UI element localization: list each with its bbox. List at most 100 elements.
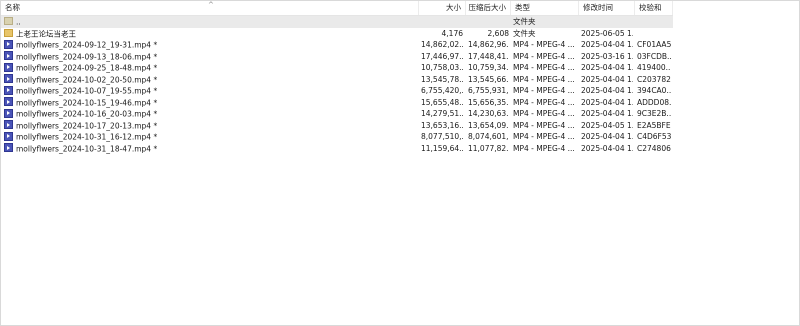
video-file-icon bbox=[4, 39, 13, 49]
cell-checksum: C4D6F536 bbox=[637, 132, 671, 141]
cell-size: 14,862,02... bbox=[421, 40, 463, 49]
cell-checksum: 394CA0... bbox=[637, 86, 671, 95]
cell-modified: 2025-04-04 1... bbox=[581, 74, 633, 84]
table-row[interactable]: 上老王论坛当老王 4,176 2,608 文件夹 2025-06-05 1... bbox=[1, 28, 673, 40]
column-header-type-label: 类型 bbox=[515, 3, 530, 12]
cell-checksum: E2A5BFE3 bbox=[637, 120, 671, 130]
cell-checksum bbox=[637, 28, 671, 40]
table-row[interactable]: mollyflwers_2024-09-13_18-06.mp4 * 17,446… bbox=[1, 51, 673, 63]
cell-type: MP4 - MPEG-4 ... bbox=[513, 120, 575, 130]
cell-checksum: ADDD08... bbox=[637, 97, 671, 107]
cell-modified: 2025-04-04 1... bbox=[581, 63, 633, 72]
cell-modified: 2025-04-04 1... bbox=[581, 143, 633, 153]
cell-size bbox=[421, 16, 463, 28]
cell-checksum: C274806F bbox=[637, 143, 671, 153]
cell-type: MP4 - MPEG-4 ... bbox=[513, 40, 575, 49]
column-header-modified[interactable]: 修改时间 bbox=[579, 1, 635, 15]
video-file-icon bbox=[4, 120, 13, 129]
column-header-packed-size-label: 压缩后大小 bbox=[468, 3, 507, 12]
cell-size: 10,758,03... bbox=[421, 63, 463, 72]
cell-name: mollyflwers_2024-10-31_18-47.mp4 * bbox=[4, 143, 419, 155]
cell-type: 文件夹 bbox=[513, 28, 536, 38]
cell-name: .. bbox=[4, 16, 419, 28]
cell-name: mollyflwers_2024-09-13_18-06.mp4 * bbox=[4, 51, 419, 63]
cell-checksum: 03FCDB... bbox=[637, 51, 671, 61]
cell-packed-size: 10,759,34... bbox=[468, 63, 509, 72]
cell-packed-size: 14,230,63... bbox=[468, 109, 509, 118]
column-header-checksum-label: 校验和 bbox=[639, 3, 662, 12]
file-name: mollyflwers_2024-10-31_18-47.mp4 * bbox=[16, 143, 158, 153]
cell-type: MP4 - MPEG-4 ... bbox=[513, 63, 575, 72]
file-name: 上老王论坛当老王 bbox=[16, 28, 76, 38]
table-row[interactable]: mollyflwers_2024-10-02_20-50.mp4 * 13,545… bbox=[1, 74, 673, 86]
cell-checksum bbox=[637, 16, 671, 28]
file-name: mollyflwers_2024-09-13_18-06.mp4 * bbox=[16, 51, 158, 61]
file-name: mollyflwers_2024-10-07_19-55.mp4 * bbox=[16, 86, 158, 96]
video-file-icon bbox=[4, 97, 13, 106]
column-header-checksum[interactable]: 校验和 bbox=[635, 1, 673, 15]
cell-packed-size: 6,755,931,... bbox=[468, 86, 509, 95]
cell-size: 8,077,510,... bbox=[421, 132, 463, 141]
table-row[interactable]: mollyflwers_2024-09-12_19-31.mp4 * 14,862… bbox=[1, 39, 673, 51]
cell-packed-size bbox=[468, 16, 509, 28]
cell-modified: 2025-04-04 1... bbox=[581, 86, 633, 95]
cell-packed-size: 8,074,601,... bbox=[468, 132, 509, 141]
cell-modified: 2025-06-05 1... bbox=[581, 28, 633, 38]
table-row[interactable]: mollyflwers_2024-10-07_19-55.mp4 * 6,755,… bbox=[1, 85, 673, 97]
cell-modified: 2025-04-04 1... bbox=[581, 132, 633, 141]
cell-size: 15,655,48... bbox=[421, 97, 463, 107]
file-name: .. bbox=[16, 17, 21, 27]
cell-packed-size: 13,545,66... bbox=[468, 74, 509, 84]
cell-type: MP4 - MPEG-4 ... bbox=[513, 132, 575, 141]
file-list-pane: 名称 ^ 大小 压缩后大小 类型 修改时间 校验和 .. 文件夹 上老王论坛当老王 4… bbox=[0, 0, 800, 326]
cell-packed-size: 15,656,35... bbox=[468, 97, 509, 107]
table-row[interactable]: mollyflwers_2024-10-15_19-46.mp4 * 15,655… bbox=[1, 97, 673, 109]
cell-size: 11,159,64... bbox=[421, 143, 463, 153]
file-name: mollyflwers_2024-10-16_20-03.mp4 * bbox=[16, 109, 158, 119]
cell-size: 17,446,97... bbox=[421, 51, 463, 61]
cell-name: 上老王论坛当老王 bbox=[4, 28, 419, 40]
cell-checksum: 9C3E2B... bbox=[637, 109, 671, 118]
cell-type: MP4 - MPEG-4 ... bbox=[513, 51, 575, 61]
cell-name: mollyflwers_2024-10-02_20-50.mp4 * bbox=[4, 74, 419, 86]
cell-modified: 2025-04-04 1... bbox=[581, 40, 633, 49]
cell-modified: 2025-04-04 1... bbox=[581, 97, 633, 107]
folder-icon bbox=[4, 28, 13, 37]
cell-type: 文件夹 bbox=[513, 17, 536, 26]
cell-modified: 2025-03-16 1... bbox=[581, 51, 633, 61]
video-file-icon bbox=[4, 131, 13, 141]
video-file-icon bbox=[4, 85, 13, 95]
video-file-icon bbox=[4, 51, 13, 60]
table-row[interactable]: .. 文件夹 bbox=[1, 16, 673, 28]
column-header-size[interactable]: 大小 bbox=[419, 1, 466, 15]
table-row[interactable]: mollyflwers_2024-09-25_18-48.mp4 * 10,758… bbox=[1, 62, 673, 74]
cell-modified: 2025-04-05 1... bbox=[581, 120, 633, 130]
parent-folder-icon bbox=[4, 17, 13, 25]
video-file-icon bbox=[4, 62, 13, 72]
column-header-modified-label: 修改时间 bbox=[583, 3, 613, 12]
cell-size: 6,755,420,... bbox=[421, 86, 463, 95]
cell-packed-size: 2,608 bbox=[487, 28, 509, 38]
file-name: mollyflwers_2024-10-15_19-46.mp4 * bbox=[16, 97, 158, 107]
column-header-packed-size[interactable]: 压缩后大小 bbox=[466, 1, 511, 15]
cell-packed-size: 13,654,09... bbox=[468, 120, 509, 130]
table-row[interactable]: mollyflwers_2024-10-31_18-47.mp4 * 11,159… bbox=[1, 143, 673, 155]
cell-checksum: CF01AA55 bbox=[637, 40, 671, 49]
column-header-bar: 名称 ^ 大小 压缩后大小 类型 修改时间 校验和 bbox=[1, 1, 673, 16]
cell-size: 13,653,16... bbox=[421, 120, 463, 130]
cell-type: MP4 - MPEG-4 ... bbox=[513, 74, 575, 84]
cell-name: mollyflwers_2024-09-25_18-48.mp4 * bbox=[4, 62, 419, 74]
cell-modified bbox=[581, 16, 633, 28]
cell-packed-size: 17,448,41... bbox=[468, 51, 509, 61]
table-row[interactable]: mollyflwers_2024-10-16_20-03.mp4 * 14,279… bbox=[1, 108, 673, 120]
file-name: mollyflwers_2024-09-25_18-48.mp4 * bbox=[16, 63, 158, 73]
cell-size: 13,545,78... bbox=[421, 74, 463, 84]
column-header-type[interactable]: 类型 bbox=[511, 1, 579, 15]
file-rows: ..文件夹上老王论坛当老王4,1762,608文件夹2025-06-05 1..… bbox=[1, 16, 673, 154]
cell-checksum: C2037820 bbox=[637, 74, 671, 84]
table-row[interactable]: mollyflwers_2024-10-31_16-12.mp4 * 8,077,… bbox=[1, 131, 673, 143]
video-file-icon bbox=[4, 143, 13, 152]
cell-size: 14,279,51... bbox=[421, 109, 463, 118]
table-row[interactable]: mollyflwers_2024-10-17_20-13.mp4 * 13,653… bbox=[1, 120, 673, 132]
cell-packed-size: 14,862,96... bbox=[468, 40, 509, 49]
